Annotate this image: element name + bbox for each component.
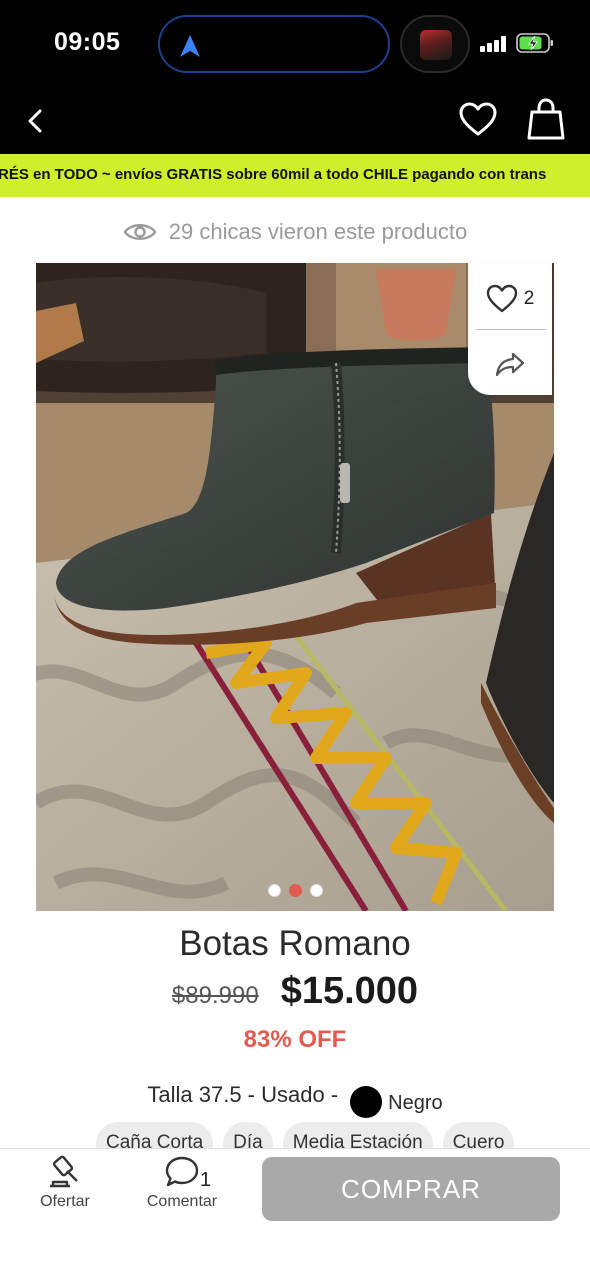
status-bar: 09:05 [0,0,590,88]
like-button[interactable]: 2 [468,275,552,323]
price-row: $89.990 $15.000 [0,970,590,1013]
buy-button[interactable]: COMPRAR [262,1157,560,1221]
heart-icon [486,284,517,313]
views-text: 29 chicas vieron este producto [168,219,468,244]
comment-label: Comentar [146,1193,218,1210]
card-divider [476,329,546,330]
signal-icon [480,36,508,52]
shopping-bag-button[interactable] [526,98,566,142]
gavel-icon [50,1155,78,1188]
dynamic-island [158,15,390,73]
chevron-left-icon [28,109,42,133]
share-button[interactable] [468,341,552,387]
like-count: 2 [523,288,535,309]
color-name: Negro [388,1091,443,1114]
sale-price: $15.000 [280,970,419,1012]
shopping-bag-icon [527,98,565,140]
promo-banner: ERÉS en TODO ~ envíos GRATIS sobre 60mil… [0,154,590,197]
share-icon [495,352,525,377]
original-price: $89.990 [171,982,259,1009]
product-details: Talla 37.5 - Usado - Negro [0,1072,590,1118]
carousel-indicator [0,884,590,898]
offer-label: Ofertar [40,1193,90,1210]
discount-badge: 83% OFF [243,1026,347,1053]
heart-icon [459,102,497,136]
offer-button[interactable]: Ofertar [36,1155,94,1211]
product-title: Botas Romano [179,924,411,963]
favorite-button[interactable] [458,100,498,140]
back-button[interactable] [20,104,50,138]
carousel-dot[interactable] [267,884,281,897]
top-navigation [0,88,590,154]
now-playing-thumbnail [400,15,470,73]
carousel-dot[interactable] [309,884,323,897]
like-share-card: 2 [468,263,552,395]
views-indicator: 29 chicas vieron este producto [0,214,590,250]
status-time: 09:05 [54,28,121,56]
navigation-arrow-icon [180,35,200,57]
bottom-action-bar: Ofertar 1 Comentar COMPRAR [0,1148,590,1280]
carousel-dot-active[interactable] [288,884,302,897]
comment-button[interactable]: 1 Comentar [142,1155,222,1211]
battery-icon [516,33,553,53]
speech-bubble-icon [165,1156,199,1187]
color-swatch [350,1086,383,1118]
comment-count: 1 [200,1169,212,1191]
eye-icon [123,224,157,240]
size-condition-text: Talla 37.5 - Usado - [147,1082,339,1107]
promo-text: ERÉS en TODO ~ envíos GRATIS sobre 60mil… [0,166,547,183]
